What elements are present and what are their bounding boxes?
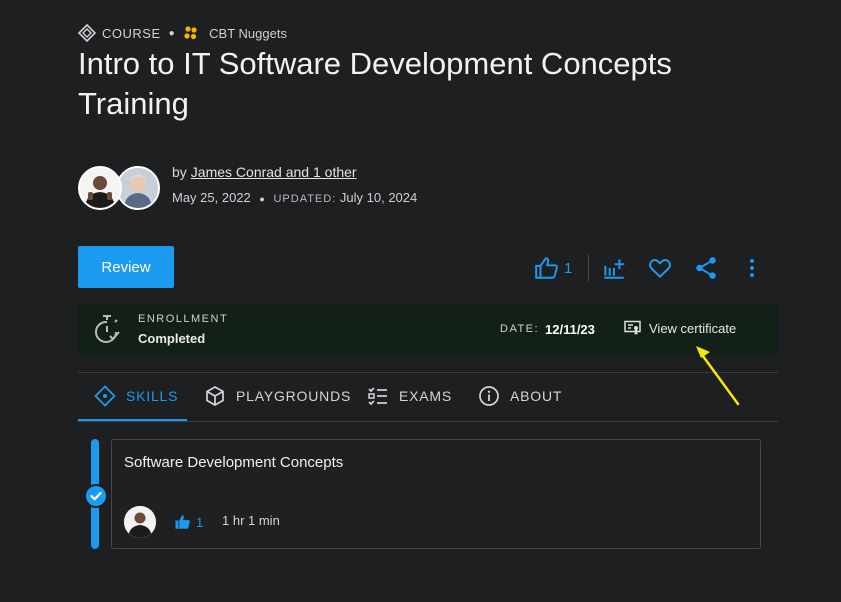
by-label: by [172,164,187,180]
provider-name[interactable]: CBT Nuggets [209,26,287,41]
author-avatars[interactable] [78,166,160,210]
annotation-arrow-icon [696,346,740,406]
add-to-playlist-icon [604,259,625,279]
skill-duration: 1 hr 1 min [222,513,280,528]
favorite-button[interactable] [647,255,673,281]
skill-like-count: 1 [196,514,204,530]
more-vertical-icon [750,259,755,277]
tab-skills[interactable]: SKILLS [78,373,187,421]
tab-exams-label: EXAMS [399,388,453,404]
skills-diamond-icon [94,385,116,407]
tab-about[interactable]: ABOUT [478,373,562,419]
authors-link[interactable]: James Conrad and 1 other [191,164,357,180]
separator-dot: ● [259,194,265,204]
course-icon [78,24,96,42]
course-tabs: SKILLS PLAYGROUNDS EXAMS ABOUT [78,373,778,421]
updated-date: July 10, 2024 [339,190,418,205]
more-options-button[interactable] [739,255,765,281]
course-dates: May 25, 2022 ● UPDATED: July 10, 2024 [172,190,417,205]
share-button[interactable] [693,255,719,281]
skill-like-button[interactable]: 1 [174,513,203,531]
completed-check-icon [84,484,108,508]
avatar-james-conrad[interactable] [78,166,122,210]
course-page: COURSE ● CBT Nuggets Intro to IT Softwar… [0,0,841,602]
cube-icon [206,386,224,406]
enrollment-status: Completed [138,331,206,346]
actions-divider [588,255,590,281]
updated-label: UPDATED: [273,193,337,205]
avatar-other-author[interactable] [116,166,160,210]
enrollment-label: ENROLLMENT [138,313,229,325]
tab-about-label: ABOUT [510,388,563,404]
view-certificate-link[interactable]: View certificate [624,320,736,336]
cbt-nuggets-logo-icon [184,26,197,40]
page-title: Intro to IT Software Development Concept… [78,46,672,121]
tab-playgrounds-label: PLAYGROUNDS [236,388,352,404]
heart-icon [649,259,672,278]
checkmark-icon [90,491,102,501]
completion-date: 12/11/23 [545,322,595,337]
share-icon [696,257,717,279]
tabs-bottom-divider [78,421,778,422]
tab-skills-label: SKILLS [126,388,179,404]
course-type-label: COURSE [102,25,161,41]
review-button[interactable]: Review [78,246,174,288]
thumbs-up-filled-icon [175,515,190,529]
add-to-playlist-button[interactable] [601,255,627,281]
info-icon [479,386,499,406]
person-photo-icon [80,168,120,208]
skill-title[interactable]: Software Development Concepts [124,454,343,471]
enrollment-banner: ENROLLMENT Completed DATE: 12/11/23 View… [78,305,778,356]
published-date: May 25, 2022 [172,190,251,205]
instructor-avatar[interactable] [124,506,156,538]
person-photo-icon [118,168,158,208]
view-certificate-label: View certificate [649,320,737,336]
stopwatch-check-icon [95,315,120,343]
author-byline: by James Conrad and 1 other [172,164,357,180]
separator-dot: ● [168,27,176,39]
certificate-icon [624,320,641,335]
checklist-icon [368,387,387,406]
person-photo-icon [124,506,156,538]
tab-playgrounds[interactable]: PLAYGROUNDS [204,373,351,419]
course-actions: 1 [534,254,765,282]
date-label: DATE: [500,323,540,335]
like-count: 1 [564,259,573,277]
thumbs-up-icon [535,257,558,279]
course-meta-row: COURSE ● CBT Nuggets [78,24,287,42]
skill-card[interactable]: Software Development Concepts 1 1 hr 1 m… [111,439,761,549]
tab-exams[interactable]: EXAMS [367,373,452,419]
like-button[interactable]: 1 [534,255,572,281]
